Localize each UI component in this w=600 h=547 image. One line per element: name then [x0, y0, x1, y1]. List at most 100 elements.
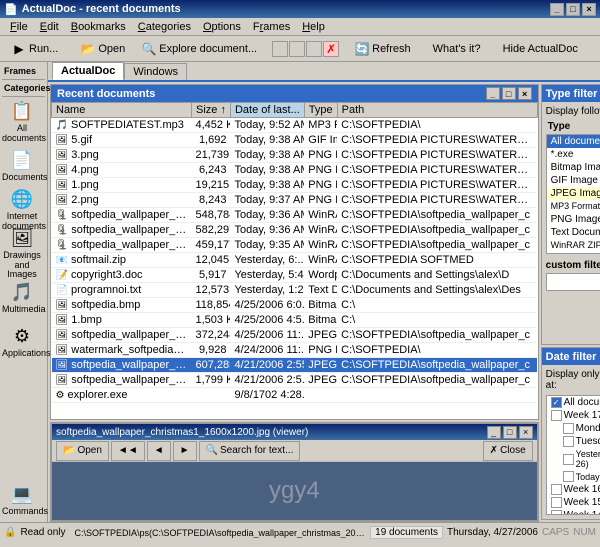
close-button[interactable]: ×: [582, 3, 596, 16]
sidebar-item-all-documents[interactable]: 📋 All documents: [0, 100, 44, 144]
type-item-bmp[interactable]: Bitmap Image (*.bmp) 2: [547, 161, 600, 174]
date-item-yesterday[interactable]: Yesterday (Wednesday, 26): [547, 448, 600, 470]
tab-actualdoc[interactable]: ActualDoc: [52, 62, 124, 80]
date-item-week15[interactable]: Week 15 (10 - 16): [547, 496, 600, 509]
type-item-jpg[interactable]: JPEG Image (*.jpg) 6: [547, 187, 600, 200]
whatsit-button[interactable]: What's it?: [426, 38, 488, 60]
date-checkbox-tuesday[interactable]: [563, 436, 574, 447]
menu-help[interactable]: Help: [296, 20, 331, 34]
date-item-week17[interactable]: Week 17 (24 - 30): [547, 409, 600, 422]
toolbar-icon-new[interactable]: [272, 41, 288, 57]
table-row[interactable]: 🖼 3.png 21,739 Today, 9:38 AM PNG Image …: [52, 148, 538, 163]
type-item-mp3[interactable]: MP3 Format Sound (*.mp3) 1: [547, 200, 600, 213]
date-item-week14[interactable]: Week 14 (3 - 9): [547, 509, 600, 515]
date-checkbox-week16[interactable]: [551, 484, 562, 495]
table-row[interactable]: 🖼 5.gif 1,692 Today, 9:38 AM GIF Image C…: [52, 133, 538, 148]
date-checkbox-today[interactable]: [563, 471, 574, 482]
menu-categories[interactable]: Categories: [132, 20, 197, 34]
upgrade-button[interactable]: Upgrade to ActualDoc p...: [593, 38, 600, 60]
table-row[interactable]: 🖼 softpedia.bmp 118,854 4/25/2006 6:0...…: [52, 298, 538, 313]
col-type[interactable]: Type: [304, 103, 337, 118]
date-checkbox-week17[interactable]: [551, 410, 562, 421]
table-row[interactable]: 🖼 softpedia_wallpaper_1_1024x768.jpg 372…: [52, 328, 538, 343]
viewer-search-button[interactable]: 🔍 Search for text...: [199, 441, 301, 461]
viewer-close-btn[interactable]: ✗ Close: [483, 441, 533, 461]
sidebar-item-documents[interactable]: 📄 Documents: [0, 144, 44, 188]
sidebar-item-multimedia[interactable]: 🎵 Multimedia: [0, 276, 44, 320]
hide-button[interactable]: Hide ActualDoc: [496, 38, 585, 60]
sidebar-item-internet[interactable]: 🌐 Internet documents: [0, 188, 44, 232]
maximize-button[interactable]: □: [566, 3, 580, 16]
date-item-week16[interactable]: Week 16 (17 - 23): [547, 483, 600, 496]
menu-edit[interactable]: Edit: [34, 20, 65, 34]
table-row[interactable]: 🗜 softpedia_wallpaper_1_1152x864.jpg 459…: [52, 238, 538, 253]
date-checkbox-week15[interactable]: [551, 497, 562, 508]
table-row[interactable]: 🎵 SOFTPEDIATEST.mp3 4,452 K Today, 9:52 …: [52, 118, 538, 133]
menu-frames[interactable]: Frames: [247, 20, 296, 34]
date-item-monday[interactable]: Monday, 24: [547, 422, 600, 435]
table-row[interactable]: 🖼 softpedia_wallpaper_christmas1_16... 6…: [52, 358, 538, 373]
type-item-gif[interactable]: GIF Image (*.gif) 1: [547, 174, 600, 187]
open-button[interactable]: 📂 Open: [73, 38, 132, 60]
date-list[interactable]: ✓ All documents Week 17 (24 - 30) Monday…: [546, 395, 600, 515]
viewer-maximize-button[interactable]: □: [503, 426, 517, 439]
viewer-open-button[interactable]: 📂 Open: [56, 441, 109, 461]
table-row[interactable]: ⚙ explorer.exe 9/8/1702 4:28...: [52, 388, 538, 403]
sidebar-item-applications[interactable]: ⚙ Applications: [0, 320, 44, 364]
date-filter-title: Date filter: [546, 351, 597, 363]
sidebar-item-label-apps: Applications: [2, 349, 42, 359]
type-list[interactable]: All documents 19 *.exe 2 Bitmap Image (*…: [546, 134, 600, 254]
panel-maximize-button[interactable]: □: [502, 87, 516, 100]
panel-minimize-button[interactable]: _: [486, 87, 500, 100]
table-row[interactable]: 🖼 4.png 6,243 Today, 9:38 AM PNG Image C…: [52, 163, 538, 178]
menu-file[interactable]: File: [4, 20, 34, 34]
type-item-png[interactable]: PNG Image (*.png) 5: [547, 213, 600, 226]
col-path[interactable]: Path: [337, 103, 537, 118]
table-row[interactable]: 🖼 1.bmp 1,503 K 4/25/2006 4:5... Bitmap …: [52, 313, 538, 328]
col-size[interactable]: Size ↑: [192, 103, 231, 118]
date-checkbox-week14[interactable]: [551, 510, 562, 515]
refresh-button[interactable]: 🔄 Refresh: [347, 38, 418, 60]
toolbar-icon-delete[interactable]: [306, 41, 322, 57]
table-row[interactable]: 📧 softmail.zip 12,045 Yesterday, 6:... W…: [52, 253, 538, 268]
col-name[interactable]: Name: [52, 103, 192, 118]
table-row[interactable]: 🗜 softpedia_wallpaper_1_1280x1024... 548…: [52, 208, 538, 223]
tab-windows[interactable]: Windows: [124, 63, 187, 80]
table-row[interactable]: 🖼 1.png 19,215 Today, 9:38 AM PNG Image …: [52, 178, 538, 193]
type-item-all[interactable]: All documents 19: [547, 135, 600, 148]
table-row[interactable]: 🖼 2.png 8,243 Today, 9:37 AM PNG Image C…: [52, 193, 538, 208]
table-row[interactable]: 🗜 softpedia_wallpaper_2_1024x768.jpg 582…: [52, 223, 538, 238]
viewer-nav-prev-button[interactable]: ◄◄: [111, 441, 145, 461]
explore-button[interactable]: 🔍 Explore document...: [134, 38, 264, 60]
menu-options[interactable]: Options: [197, 20, 247, 34]
table-row[interactable]: 🖼 watermark_softpedia_big.jpg 9,928 4/24…: [52, 343, 538, 358]
col-date[interactable]: Date of last...: [230, 103, 304, 118]
table-row[interactable]: 📄 programnoi.txt 12,573 Yesterday, 1:2..…: [52, 283, 538, 298]
sidebar-item-drawings[interactable]: 🖼 Drawings and Images: [0, 232, 44, 276]
date-checkbox-monday[interactable]: [563, 423, 574, 434]
type-item-doc[interactable]: Wordpad Document (*.doc) 1: [547, 252, 600, 254]
toolbar-icon-save[interactable]: [289, 41, 305, 57]
sidebar-item-commands[interactable]: 💻 Commands: [0, 478, 44, 522]
file-path: C:\SOFTPEDIA PICTURES\WATERMAR: [337, 133, 537, 148]
panel-close-button[interactable]: ×: [518, 87, 532, 100]
type-item-exe[interactable]: *.exe 2: [547, 148, 600, 161]
date-item-tuesday[interactable]: Tuesday, 25: [547, 435, 600, 448]
date-item-today[interactable]: Today (Thursday, 27): [547, 470, 600, 483]
menu-bookmarks[interactable]: Bookmarks: [65, 20, 132, 34]
date-item-all[interactable]: ✓ All documents: [547, 396, 600, 409]
viewer-nav-n-button[interactable]: ►: [173, 441, 197, 461]
custom-filter-input[interactable]: [546, 273, 600, 291]
table-row[interactable]: 📝 copyright3.doc 5,917 Yesterday, 5:4...…: [52, 268, 538, 283]
minimize-button[interactable]: _: [550, 3, 564, 16]
viewer-nav-p-button[interactable]: ◄: [147, 441, 171, 461]
run-button[interactable]: ▶ Run...: [4, 38, 65, 60]
table-row[interactable]: 🖼 softpedia_wallpaper_2_1600x1200... 1,7…: [52, 373, 538, 388]
date-checkbox-yesterday[interactable]: [563, 454, 574, 465]
type-item-txt[interactable]: Text Document (*.txt) 1: [547, 226, 600, 239]
toolbar-icon-x[interactable]: ✗: [323, 41, 339, 57]
viewer-close-button[interactable]: ×: [519, 426, 533, 439]
viewer-minimize-button[interactable]: _: [487, 426, 501, 439]
date-checkbox-all[interactable]: ✓: [551, 397, 562, 408]
type-item-zip[interactable]: WinRAR ZIP archive (*.zip) 1: [547, 239, 600, 252]
